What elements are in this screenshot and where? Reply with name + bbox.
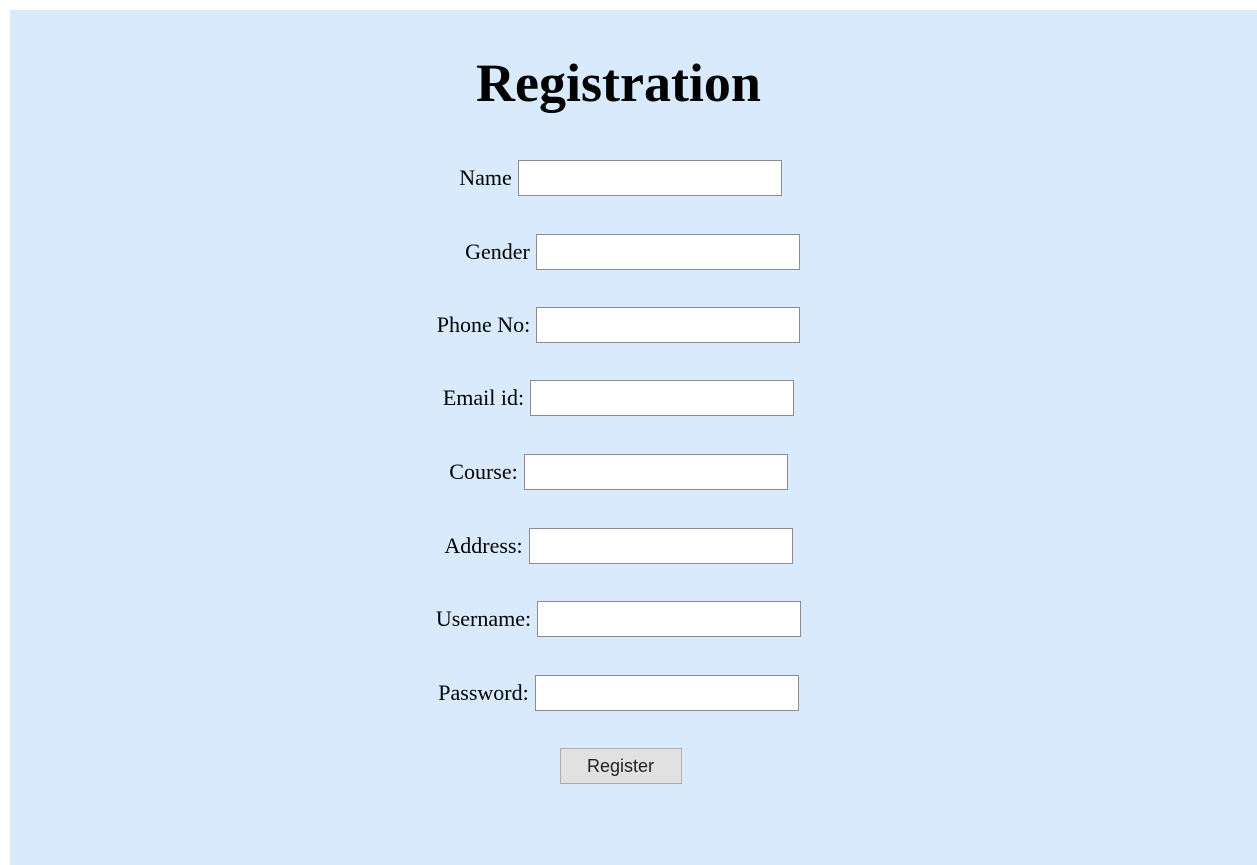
register-button[interactable]: Register xyxy=(559,748,682,784)
email-row: Email id: xyxy=(0,378,1247,418)
address-label: Address: xyxy=(444,533,523,558)
gender-input[interactable] xyxy=(535,234,800,270)
page-background xyxy=(10,10,1257,865)
name-row: Name xyxy=(0,158,1249,198)
username-input[interactable] xyxy=(537,601,802,637)
course-input[interactable] xyxy=(523,454,788,490)
page-title: Registration xyxy=(476,53,761,113)
actions-row: Register xyxy=(0,748,1247,784)
password-row: Password: xyxy=(0,673,1247,713)
address-row: Address: xyxy=(0,526,1247,566)
password-input[interactable] xyxy=(534,675,799,711)
name-input[interactable] xyxy=(517,160,782,196)
email-input[interactable] xyxy=(530,380,795,416)
phone-row: Phone No: xyxy=(0,305,1247,345)
address-input[interactable] xyxy=(528,528,793,564)
gender-label: Gender xyxy=(465,239,530,264)
email-label: Email id: xyxy=(442,385,525,410)
course-label: Course: xyxy=(449,459,518,484)
username-row: Username: xyxy=(0,599,1247,639)
phone-label: Phone No: xyxy=(436,312,531,337)
course-row: Course: xyxy=(0,452,1247,492)
phone-input[interactable] xyxy=(536,307,801,343)
gender-row: Gender xyxy=(0,232,1257,272)
username-label: Username: xyxy=(435,606,532,631)
name-label: Name xyxy=(459,165,512,190)
password-label: Password: xyxy=(438,680,529,705)
